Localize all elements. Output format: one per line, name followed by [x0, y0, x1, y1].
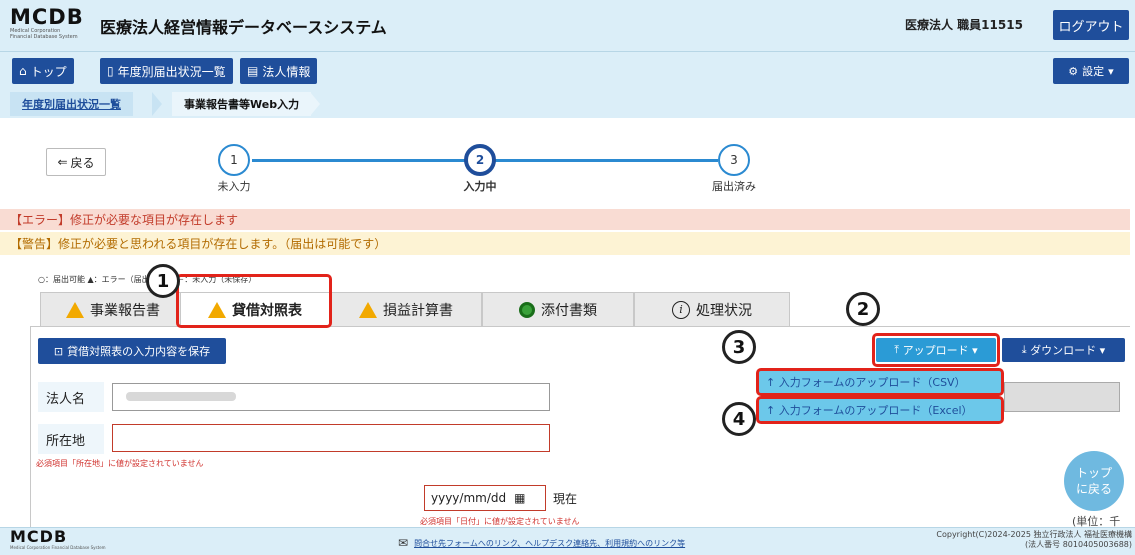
download-button[interactable]: ⤓ ダウンロード ▾ [1002, 338, 1125, 362]
download-label: ダウンロード [1030, 344, 1097, 357]
mcdb-logo[interactable]: MCDB Medical Corporation Financial Datab… [10, 5, 84, 46]
building-icon: ▤ [247, 64, 259, 78]
step-2-circle: 2 [464, 144, 496, 176]
address-field[interactable] [112, 424, 550, 452]
mail-icon: ✉ [398, 536, 409, 550]
breadcrumb-arrow [310, 92, 320, 116]
step-1-circle: 1 [218, 144, 250, 176]
gear-icon: ⚙ [1068, 64, 1079, 78]
nav-corp-button[interactable]: ▤ 法人情報 [240, 58, 318, 84]
annotation-4: 4 [722, 402, 756, 436]
back-button[interactable]: ⇐ 戻る [46, 148, 106, 176]
tab-label: 添付書類 [541, 302, 597, 319]
caret-down-icon: ▾ [1108, 64, 1114, 78]
hidden-field-area [1004, 382, 1120, 412]
tab-attachments[interactable]: 添付書類 [482, 292, 634, 326]
footer-links-text[interactable]: 問合せ先フォームへのリンク、ヘルプデスク連絡先、利用規約へのリンク等 [414, 538, 685, 549]
nav-yearly-label: 年度別届出状況一覧 [117, 64, 226, 79]
info-icon: i [672, 300, 690, 319]
download-icon: ⤓ [1021, 343, 1031, 356]
warning-alert: 【警告】修正が必要と思われる項目が存在します。（届出は可能です） [0, 232, 1130, 255]
nav-top-label: トップ [30, 64, 67, 79]
footer-logo-sub: Medical Corporation Financial Database S… [10, 545, 106, 550]
nav-corp-label: 法人情報 [262, 64, 311, 79]
logo-text: MCDB [10, 5, 84, 29]
breadcrumb-arrow [152, 92, 162, 116]
document-icon: ▯ [107, 64, 114, 78]
tab-label: 処理状況 [696, 302, 752, 319]
to-top-line2: に戻る [1075, 482, 1112, 496]
error-alert: 【エラー】修正が必要な項目が存在します [0, 209, 1130, 230]
tab-label: 損益計算書 [383, 302, 453, 319]
footer-links[interactable]: ✉ 問合せ先フォームへのリンク、ヘルプデスク連絡先、利用規約へのリンク等 [398, 536, 685, 550]
annotation-2: 2 [846, 292, 880, 326]
save-label: 貸借対照表の入力内容を保存 [67, 345, 211, 358]
step-2-label: 入力中 [463, 180, 497, 193]
highlight-box-upload [872, 333, 1000, 367]
highlight-box-csv [756, 368, 1004, 396]
calendar-icon[interactable]: ▦ [514, 491, 525, 505]
corp-name-label: 法人名 [38, 382, 104, 412]
logo-subtitle: Medical Corporation Financial Database S… [10, 28, 78, 40]
home-icon: ⌂ [19, 64, 27, 78]
settings-button[interactable]: ⚙ 設定 ▾ [1053, 58, 1129, 84]
footer-logo-text: MCDB [10, 527, 68, 546]
address-label: 所在地 [38, 424, 104, 454]
caret-down-icon: ▾ [1096, 343, 1106, 357]
date-placeholder: yyyy/mm/dd [431, 491, 507, 505]
save-icon: ⊡ [53, 344, 64, 358]
tab-income-statement[interactable]: 損益計算書 [330, 292, 482, 326]
corp-number: (法人番号 8010405003688) [1025, 540, 1132, 549]
highlight-box-excel [756, 396, 1004, 424]
nav-yearly-button[interactable]: ▯ 年度別届出状況一覧 [100, 58, 233, 84]
annotation-3: 3 [722, 330, 756, 364]
footer-logo: MCDB Medical Corporation Financial Datab… [10, 527, 106, 551]
warning-triangle-icon [66, 301, 84, 318]
logout-button[interactable]: ログアウト [1053, 10, 1129, 40]
address-error-text: 必須項目「所在地」に値が設定されていません [36, 459, 204, 468]
copyright-text: Copyright(C)2024-2025 独立行政法人 福祉医療機構 [936, 530, 1132, 539]
back-label: 戻る [70, 155, 95, 170]
date-suffix: 現在 [553, 492, 578, 506]
highlight-box-tab [176, 274, 332, 328]
save-balance-sheet-button[interactable]: ⊡ 貸借対照表の入力内容を保存 [38, 338, 226, 364]
breadcrumb-yearly-link[interactable]: 年度別届出状況一覧 [10, 92, 133, 116]
step-3-circle: 3 [718, 144, 750, 176]
system-title: 医療法人経営情報データベースシステム [100, 18, 387, 37]
tab-label: 事業報告書 [90, 302, 160, 319]
ok-circle-icon [519, 301, 535, 318]
breadcrumb-bar [0, 90, 1135, 118]
user-name: 医療法人 職員11515 [905, 18, 1023, 32]
redacted-name [126, 392, 236, 401]
breadcrumb-current: 事業報告書等Web入力 [172, 92, 312, 116]
annotation-1: 1 [146, 264, 180, 298]
step-1-label: 未入力 [217, 180, 251, 193]
date-error-text: 必須項目「日付」に値が設定されていません [420, 517, 580, 526]
step-3-label: 届出済み [712, 180, 756, 193]
nav-top-button[interactable]: ⌂ トップ [12, 58, 74, 84]
warning-triangle-icon [359, 301, 377, 318]
back-to-top-button[interactable]: トップ に戻る [1064, 451, 1124, 511]
tab-processing-status[interactable]: i 処理状況 [634, 292, 790, 326]
back-arrow-icon: ⇐ [57, 155, 68, 169]
to-top-line1: トップ [1075, 466, 1112, 480]
copyright: Copyright(C)2024-2025 独立行政法人 福祉医療機構 (法人番… [912, 530, 1132, 550]
date-field[interactable]: yyyy/mm/dd ▦ [424, 485, 546, 511]
settings-label: 設定 [1082, 65, 1105, 78]
